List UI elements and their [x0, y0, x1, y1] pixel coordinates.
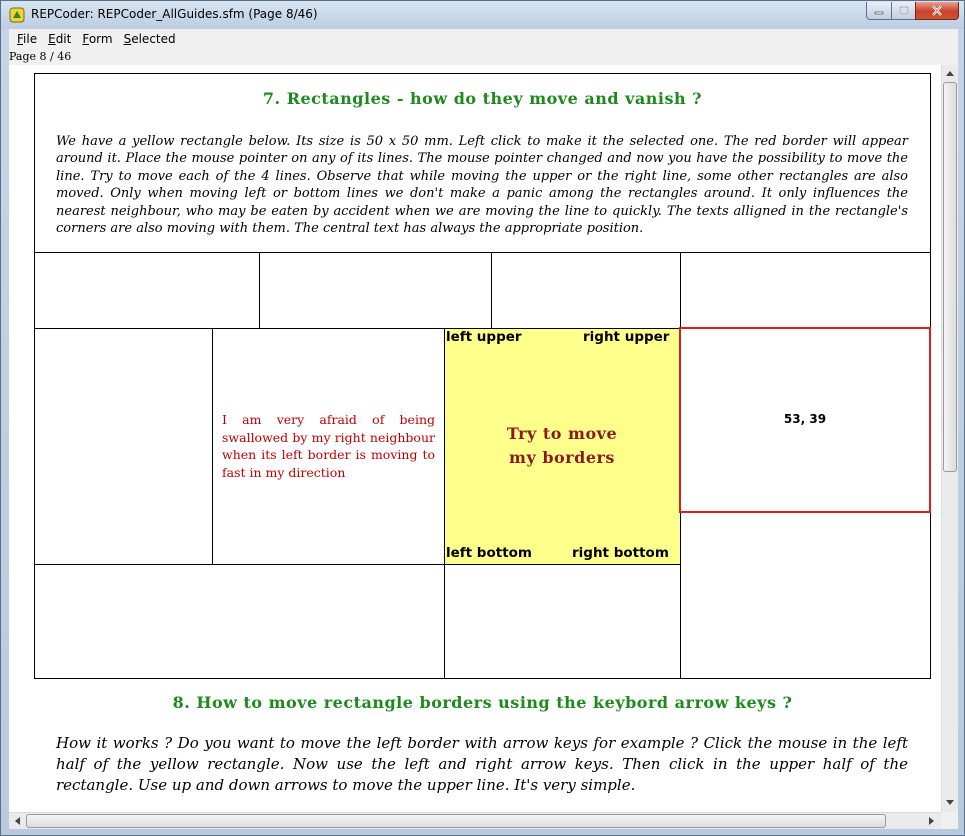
horizontal-scroll-thumb[interactable]	[26, 814, 886, 828]
section8-heading: 8. How to move rectangle borders using t…	[172, 693, 793, 712]
section7-paragraph: We have a yellow rectangle below. Its si…	[56, 134, 908, 237]
yellow-label-left-bottom: left bottom	[446, 545, 532, 561]
minimize-button[interactable]	[866, 2, 892, 20]
yellow-center-text: Try to move my borders	[506, 424, 618, 467]
repcoder-app-icon	[9, 7, 25, 23]
grid-line[interactable]	[34, 564, 681, 565]
scroll-left-arrow[interactable]	[9, 813, 25, 829]
menu-bar: File Edit Form Selected	[9, 29, 958, 49]
window-title: REPCoder: REPCoder_AllGuides.sfm (Page 8…	[31, 7, 318, 21]
menu-form[interactable]: Form	[82, 32, 112, 46]
maximize-icon	[898, 6, 909, 15]
arrow-down-icon	[946, 800, 954, 805]
yellow-label-right-bottom: right bottom	[572, 545, 669, 561]
menu-file[interactable]: File	[17, 32, 37, 46]
menu-selected[interactable]: Selected	[124, 32, 176, 46]
yellow-label-right-upper: right upper	[583, 329, 670, 345]
page-indicator: Page 8 / 46	[9, 50, 72, 63]
document-area: Page 8 / 46 7. Rectangles - how do they …	[9, 49, 958, 829]
minimize-icon	[874, 11, 884, 14]
scroll-up-arrow[interactable]	[942, 65, 958, 81]
app-window: REPCoder: REPCoder_AllGuides.sfm (Page 8…	[0, 0, 965, 836]
yellow-label-left-upper: left upper	[446, 329, 522, 345]
menu-edit[interactable]: Edit	[48, 32, 71, 46]
horizontal-scrollbar[interactable]	[9, 812, 941, 829]
vertical-scrollbar[interactable]	[941, 65, 958, 812]
scroll-right-arrow[interactable]	[924, 813, 940, 829]
scroll-corner	[941, 812, 958, 829]
arrow-right-icon	[929, 817, 934, 825]
maximize-button[interactable]	[891, 2, 916, 20]
vertical-scroll-thumb[interactable]	[943, 82, 957, 472]
arrow-up-icon	[946, 71, 954, 76]
title-bar[interactable]: REPCoder: REPCoder_AllGuides.sfm (Page 8…	[1, 1, 964, 29]
selected-rectangle-coords: 53, 39	[783, 412, 827, 426]
arrow-left-icon	[15, 817, 20, 825]
scroll-down-arrow[interactable]	[942, 795, 958, 811]
neighbour-rectangle-text: I am very afraid of being swallowed by m…	[222, 412, 435, 480]
close-button[interactable]	[915, 2, 959, 20]
close-icon	[932, 5, 942, 16]
grid-line[interactable]	[212, 328, 213, 565]
form-page[interactable]: 7. Rectangles - how do they move and van…	[9, 65, 941, 812]
grid-line[interactable]	[491, 252, 492, 329]
grid-line[interactable]	[259, 252, 260, 329]
section8-paragraph: How it works ? Do you want to move the l…	[56, 734, 908, 794]
section7-heading: 7. Rectangles - how do they move and van…	[262, 89, 703, 108]
